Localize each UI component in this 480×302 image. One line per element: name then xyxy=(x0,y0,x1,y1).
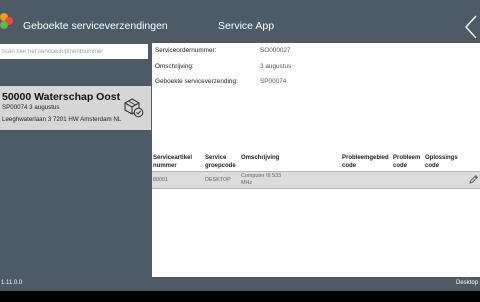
col-header-item-no-line2: nummer xyxy=(153,162,177,169)
cell-description: Computer III 533 MHz xyxy=(241,173,281,186)
cell-description-line2: MHz xyxy=(241,179,253,186)
app-title: Geboekte serviceverzendingen xyxy=(23,20,168,32)
col-header-group-line2: groepcode xyxy=(205,162,236,169)
col-header-resolution[interactable]: Oplossings code xyxy=(425,155,458,170)
device-label: Desktop xyxy=(455,280,478,286)
version-label: 1.11.0.0 xyxy=(1,280,23,286)
service-order-value: SO000027 xyxy=(260,47,291,54)
page-title: Service App xyxy=(218,20,275,32)
booked-shipment-value: SP00074 xyxy=(260,78,287,85)
shipment-address: Leeghwaterlaan 3 7201 HW Amsterdam NL xyxy=(2,116,122,123)
col-header-problem-line2: code xyxy=(393,162,408,169)
booked-shipment-label: Geboekte serviceverzending: xyxy=(155,78,238,85)
col-header-item-no[interactable]: Serviceartikel nummer xyxy=(153,155,192,170)
col-header-problem-area[interactable]: Probleemgebied code xyxy=(342,155,389,170)
detail-panel: Serviceordernummer: SO000027 Omschrijvin… xyxy=(152,43,480,277)
col-header-group[interactable]: Service groepcode xyxy=(205,155,236,170)
service-order-label: Serviceordernummer: xyxy=(155,47,217,54)
description-value: 3 augustus xyxy=(260,63,292,70)
bottom-edge xyxy=(0,291,480,302)
col-header-group-line1: Service xyxy=(205,155,227,161)
col-header-problem-area-line1: Probleemgebied xyxy=(342,155,389,161)
package-check-icon xyxy=(124,98,144,118)
status-bar: 1.11.0.0 Desktop xyxy=(0,277,480,291)
app-window: Geboekte serviceverzendingen Service App… xyxy=(0,0,480,302)
col-header-description[interactable]: Omschrijving xyxy=(241,155,279,163)
table-row[interactable]: 80001 DESKTOP Computer III 533 MHz xyxy=(152,171,480,189)
shipment-title: 50000 Waterschap Oost xyxy=(2,91,121,103)
col-header-problem-area-line2: code xyxy=(342,162,357,169)
chevron-left-icon[interactable] xyxy=(463,14,479,40)
shipment-subtitle: SP00074 3 augustus xyxy=(2,104,60,111)
cell-description-line1: Computer III 533 xyxy=(241,173,282,179)
col-header-problem[interactable]: Probleem code xyxy=(393,155,420,170)
col-header-item-no-line1: Serviceartikel xyxy=(153,155,193,161)
app-logo xyxy=(0,13,13,29)
shipment-search-input[interactable] xyxy=(0,44,148,59)
col-header-resolution-line2: code xyxy=(425,162,440,169)
cell-item-no: 80001 xyxy=(153,177,168,183)
description-label: Omschrijving: xyxy=(155,63,194,70)
shipment-list-item[interactable]: 50000 Waterschap Oost SP00074 3 augustus… xyxy=(0,86,151,130)
cell-group: DESKTOP xyxy=(205,177,231,183)
pencil-icon[interactable] xyxy=(468,174,479,185)
col-header-problem-line1: Probleem xyxy=(393,155,421,161)
col-header-resolution-line1: Oplossings xyxy=(425,155,458,161)
